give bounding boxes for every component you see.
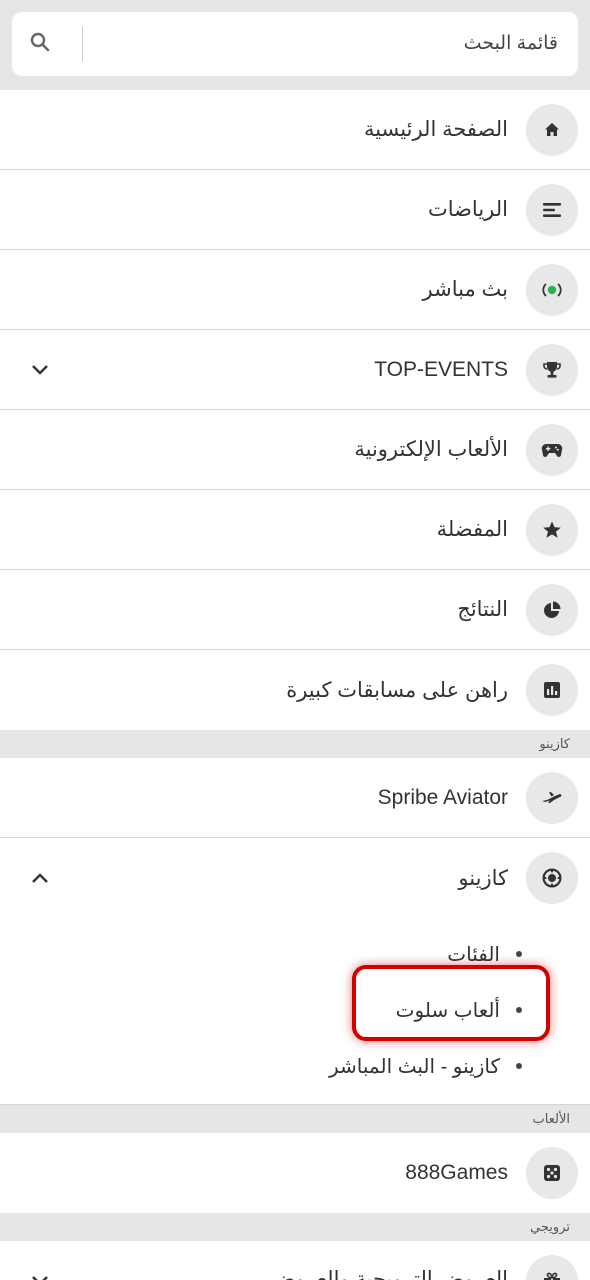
- menu-item-label: الصفحة الرئيسية: [363, 118, 508, 141]
- section-header-promo: ترويجي: [0, 1213, 590, 1241]
- home-icon: [526, 103, 578, 156]
- submenu-item-label: الفئات: [447, 943, 500, 966]
- menu-item-promotions[interactable]: العروض الترويجية والعروض: [0, 1241, 590, 1280]
- menu-item-live[interactable]: بث مباشر: [0, 250, 590, 330]
- search-input[interactable]: [83, 12, 578, 76]
- menu-item-label: TOP-EVENTS: [374, 357, 508, 381]
- menu-item-casino[interactable]: كازينو: [0, 838, 590, 918]
- menu-item-label: الألعاب الإلكترونية: [354, 438, 508, 461]
- menu-item-label: المفضلة: [436, 518, 508, 541]
- trophy-icon: [526, 343, 578, 396]
- list-icon: [526, 183, 578, 236]
- submenu-item-label: ألعاب سلوت: [395, 999, 500, 1022]
- menu-item-favorites[interactable]: المفضلة: [0, 490, 590, 570]
- casino-submenu: الفئات ألعاب سلوت كازينو - البث المباشر: [0, 918, 590, 1105]
- search-box: [12, 12, 578, 76]
- bullet: [516, 951, 522, 957]
- menu-item-home[interactable]: الصفحة الرئيسية: [0, 90, 590, 170]
- live-icon: [526, 263, 578, 316]
- chip-icon: [526, 852, 578, 904]
- menu-item-big-bets[interactable]: راهن على مسابقات كبيرة: [0, 650, 590, 730]
- gift-icon: [526, 1255, 578, 1280]
- chevron-down-icon[interactable]: [28, 1269, 52, 1280]
- section-header-casino: كازينو: [0, 730, 590, 758]
- menu-item-888games[interactable]: 888Games: [0, 1133, 590, 1213]
- bullet: [516, 1063, 522, 1069]
- submenu-item-slots[interactable]: ألعاب سلوت: [0, 965, 590, 1041]
- menu-item-label: Spribe Aviator: [377, 785, 508, 809]
- gamepad-icon: [526, 423, 578, 476]
- menu-item-label: بث مباشر: [422, 278, 508, 301]
- menu-item-top-events[interactable]: TOP-EVENTS: [0, 330, 590, 410]
- menu-item-label: كازينو: [458, 866, 508, 890]
- menu-item-label: الرياضات: [427, 198, 508, 221]
- search-separator: [82, 26, 83, 62]
- search-area: [0, 0, 590, 90]
- bar-chart-icon: [526, 664, 578, 716]
- menu-item-label: العروض الترويجية والعروض: [269, 1268, 508, 1280]
- dice-icon: [526, 1147, 578, 1199]
- bullet: [516, 1007, 522, 1013]
- search-button[interactable]: [12, 12, 68, 76]
- chevron-up-icon[interactable]: [28, 866, 52, 890]
- submenu-item-label: كازينو - البث المباشر: [329, 1055, 500, 1078]
- star-icon: [526, 503, 578, 556]
- pie-chart-icon: [526, 583, 578, 636]
- menu-item-esports[interactable]: الألعاب الإلكترونية: [0, 410, 590, 490]
- menu-item-spribe-aviator[interactable]: Spribe Aviator: [0, 758, 590, 838]
- menu-item-label: راهن على مسابقات كبيرة: [286, 678, 508, 702]
- menu-item-results[interactable]: النتائج: [0, 570, 590, 650]
- section-header-games: الألعاب: [0, 1105, 590, 1133]
- menu-item-label: النتائج: [457, 598, 508, 621]
- airplane-icon: [526, 771, 578, 824]
- search-icon: [30, 32, 50, 57]
- menu-item-sports[interactable]: الرياضات: [0, 170, 590, 250]
- menu-item-label: 888Games: [405, 1161, 508, 1184]
- chevron-down-icon[interactable]: [28, 358, 52, 382]
- submenu-item-live-casino[interactable]: كازينو - البث المباشر: [0, 1038, 590, 1094]
